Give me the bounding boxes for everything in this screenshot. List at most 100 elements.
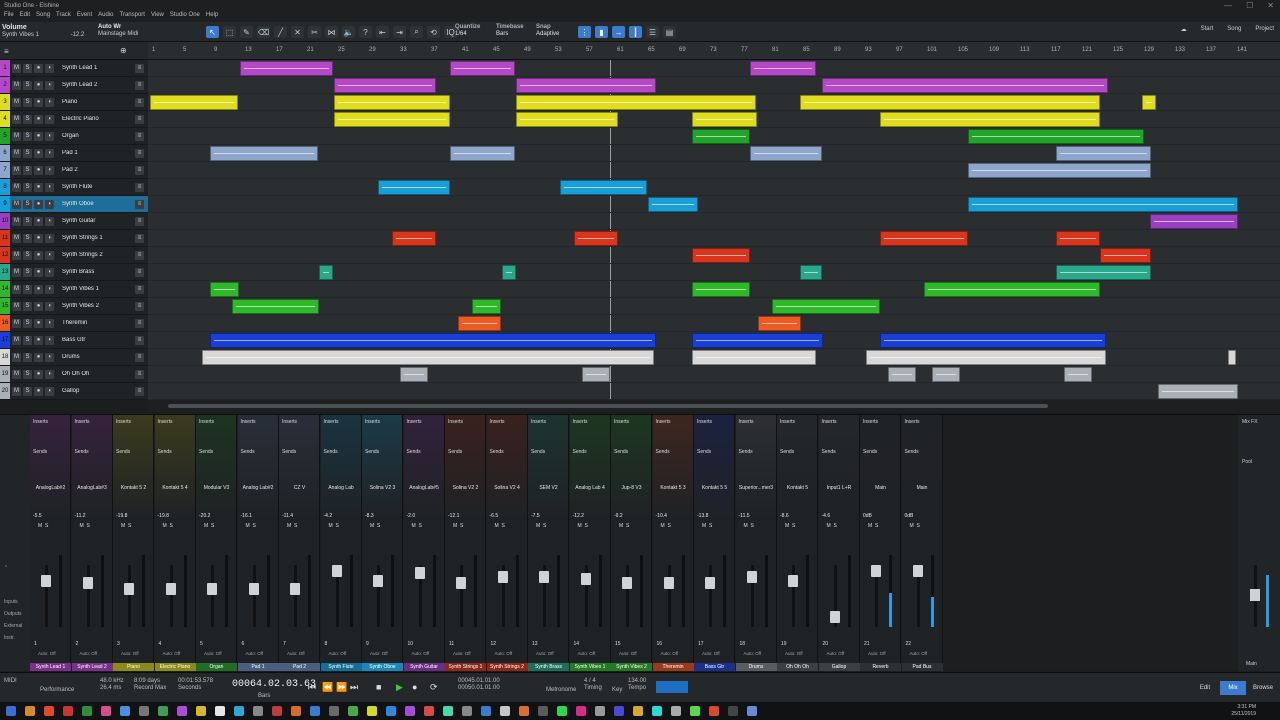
track-header[interactable]: 7 M S ● ◖ Pad 2 ≡: [0, 162, 148, 179]
instrument-name[interactable]: SEM V2: [530, 485, 567, 491]
automation-mode[interactable]: Auto: Off: [578, 651, 596, 656]
channel-label[interactable]: Synth Lead 2: [71, 663, 113, 671]
mute-button[interactable]: M: [12, 114, 21, 124]
monitor-button[interactable]: ◖: [45, 80, 54, 90]
taskbar-app-icon[interactable]: [44, 706, 54, 716]
record-arm-button[interactable]: ●: [34, 250, 43, 260]
channel-volume[interactable]: -16.1: [241, 513, 252, 519]
sends-button[interactable]: Sends: [116, 449, 130, 455]
track-name[interactable]: Pad 2: [62, 167, 126, 173]
sends-button[interactable]: Sends: [531, 449, 545, 455]
channel-label[interactable]: Pad 2: [279, 663, 320, 671]
instrument-name[interactable]: Kontakt 5 4: [157, 485, 194, 491]
stop-icon[interactable]: ■: [376, 682, 381, 692]
event-clip[interactable]: [880, 333, 1106, 348]
monitor-button[interactable]: ◖: [45, 199, 54, 209]
track-menu-icon[interactable]: ≡: [135, 165, 144, 175]
mute-button[interactable]: M: [12, 386, 21, 396]
arrange-lane[interactable]: [148, 281, 1280, 298]
track-name[interactable]: Synth Strings 1: [62, 235, 126, 241]
metronome-label[interactable]: Metronome: [546, 687, 576, 694]
mute-solo-buttons[interactable]: M S: [744, 523, 754, 529]
solo-button[interactable]: S: [23, 335, 32, 345]
record-arm-button[interactable]: ●: [34, 199, 43, 209]
channel-volume[interactable]: -4.6: [822, 513, 831, 519]
inserts-button[interactable]: Inserts: [75, 419, 90, 425]
track-menu-icon[interactable]: ≡: [135, 148, 144, 158]
add-track-icon[interactable]: ⊕: [120, 46, 127, 55]
mute-solo-buttons[interactable]: M S: [80, 523, 90, 529]
horizontal-scrollbar[interactable]: [148, 400, 1280, 412]
mute-solo-buttons[interactable]: M S: [702, 523, 712, 529]
menu-view[interactable]: View: [151, 12, 164, 22]
event-clip[interactable]: [574, 231, 618, 246]
taskbar-app-icon[interactable]: [139, 706, 149, 716]
fader-cap[interactable]: [207, 583, 217, 595]
signature-display[interactable]: 4 / 4 Timing: [584, 678, 602, 692]
event-clip[interactable]: [516, 112, 618, 127]
menu-event[interactable]: Event: [77, 12, 92, 22]
event-clip[interactable]: [968, 129, 1144, 144]
record-arm-button[interactable]: ●: [34, 114, 43, 124]
taskbar-app-icon[interactable]: [424, 706, 434, 716]
menu-song[interactable]: Song: [36, 12, 50, 22]
taskbar-app-icon[interactable]: [614, 706, 624, 716]
instrument-name[interactable]: Analog Lab: [323, 485, 360, 491]
instrument-name[interactable]: Kontakt 5 3: [655, 485, 692, 491]
inserts-button[interactable]: Inserts: [573, 419, 588, 425]
channel-volume[interactable]: -11.2: [75, 513, 86, 519]
instrument-name[interactable]: Main: [862, 485, 899, 491]
event-clip[interactable]: [1056, 146, 1151, 161]
channel-volume[interactable]: -19.8: [158, 513, 169, 519]
event-clip[interactable]: [866, 350, 1106, 365]
mute-button[interactable]: M: [12, 131, 21, 141]
automation-mode[interactable]: Auto: Off: [868, 651, 886, 656]
arrange-lane[interactable]: [148, 332, 1280, 349]
taskbar-app-icon[interactable]: [519, 706, 529, 716]
track-name[interactable]: Synth Lead 2: [62, 82, 126, 88]
loop-icon[interactable]: ⟳: [430, 682, 438, 693]
event-clip[interactable]: [692, 350, 816, 365]
inserts-button[interactable]: Inserts: [490, 419, 505, 425]
channel-volume[interactable]: -2.0: [407, 513, 416, 519]
menu-track[interactable]: Track: [56, 12, 71, 22]
channel-volume[interactable]: -12.2: [573, 513, 584, 519]
doc-icon[interactable]: ▤: [663, 26, 676, 38]
event-clip[interactable]: [210, 333, 656, 348]
mute-solo-buttons[interactable]: M S: [287, 523, 297, 529]
record-arm-button[interactable]: ●: [34, 284, 43, 294]
solo-button[interactable]: S: [23, 199, 32, 209]
fader-cap[interactable]: [331, 565, 342, 577]
taskbar-app-icon[interactable]: [177, 706, 187, 716]
timebase-selector[interactable]: Timebase Bars: [496, 24, 524, 38]
mute-solo-buttons[interactable]: M S: [163, 523, 173, 529]
snap-selector[interactable]: Snap Adaptive: [536, 24, 559, 38]
listen-tool-icon[interactable]: 🔈: [342, 26, 355, 38]
channel-label[interactable]: Electric Piano: [154, 663, 196, 671]
solo-button[interactable]: S: [23, 131, 32, 141]
sends-button[interactable]: Sends: [241, 449, 255, 455]
track-name[interactable]: Synth Brass: [62, 269, 126, 275]
sends-button[interactable]: Sends: [33, 449, 47, 455]
taskbar-app-icon[interactable]: [348, 706, 358, 716]
glue-tool-icon[interactable]: ⋈: [325, 26, 338, 38]
arrange-lane[interactable]: [148, 366, 1280, 383]
track-name[interactable]: Organ: [62, 133, 126, 139]
mute-solo-buttons[interactable]: M S: [619, 523, 629, 529]
mute-button[interactable]: M: [12, 301, 21, 311]
solo-button[interactable]: S: [23, 216, 32, 226]
monitor-button[interactable]: ◖: [45, 97, 54, 107]
event-clip[interactable]: [932, 367, 960, 382]
track-header[interactable]: 5 M S ● ◖ Organ ≡: [0, 128, 148, 145]
fader-cap[interactable]: [41, 575, 51, 587]
arrange-lane[interactable]: [148, 179, 1280, 196]
solo-button[interactable]: S: [23, 114, 32, 124]
arrange-lane[interactable]: [148, 60, 1280, 77]
channel-label[interactable]: Synth Flute: [320, 663, 362, 671]
fader-cap[interactable]: [456, 577, 466, 589]
inserts-button[interactable]: Inserts: [531, 419, 546, 425]
channel-volume[interactable]: -11.4: [282, 513, 293, 519]
channel-label[interactable]: Synth Guitar: [403, 663, 445, 671]
automation-mode[interactable]: Auto: Off: [910, 651, 928, 656]
fader-cap[interactable]: [580, 573, 591, 585]
